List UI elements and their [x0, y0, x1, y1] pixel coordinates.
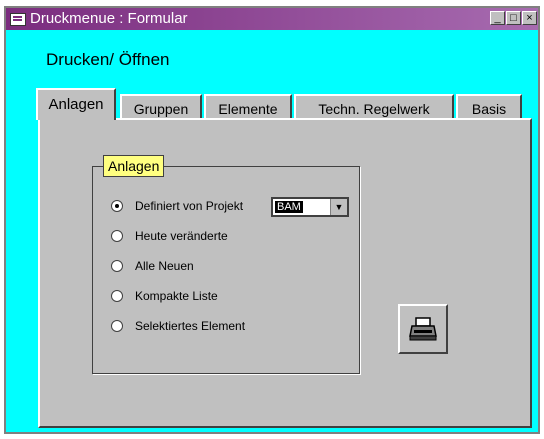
- tab-gruppen[interactable]: Gruppen: [120, 94, 202, 120]
- radio-selected-dot: [115, 204, 119, 208]
- radio-button[interactable]: [111, 260, 123, 272]
- window-title: Druckmenue : Formular: [30, 10, 188, 27]
- option-label: Definiert von Projekt: [135, 199, 244, 213]
- tab-label: Elemente: [218, 101, 278, 117]
- option-label: Alle Neuen: [135, 259, 194, 273]
- option-label: Selektiertes Element: [135, 319, 246, 333]
- radio-button[interactable]: [111, 290, 123, 302]
- tab-anlagen[interactable]: Anlagen: [36, 88, 116, 120]
- tab-panel: Anlagen Definiert von Projekt BAM ▼ Heut…: [38, 118, 532, 428]
- print-button[interactable]: [398, 304, 448, 354]
- project-select-value: BAM: [275, 201, 303, 213]
- group-label: Anlagen: [103, 155, 165, 177]
- tab-basis[interactable]: Basis: [456, 94, 522, 120]
- option-label: Kompakte Liste: [135, 289, 218, 303]
- form-window: Druckmenue : Formular _ □ × Drucken/ Öff…: [4, 6, 540, 434]
- chevron-down-icon[interactable]: ▼: [330, 199, 347, 215]
- title-bar[interactable]: Druckmenue : Formular _ □ ×: [6, 8, 538, 30]
- tab-strip: Anlagen Gruppen Elemente Techn. Regelwer…: [36, 88, 536, 120]
- tab-label: Gruppen: [133, 101, 189, 117]
- minimize-button[interactable]: _: [490, 11, 505, 25]
- maximize-button[interactable]: □: [506, 11, 521, 25]
- tab-label: Anlagen: [48, 96, 104, 113]
- tab-label: Techn. Regelwerk: [318, 101, 430, 117]
- options-groupbox: Anlagen Definiert von Projekt BAM ▼ Heut…: [92, 155, 360, 374]
- printer-icon: [409, 317, 437, 341]
- tab-label: Basis: [471, 101, 507, 117]
- project-select[interactable]: BAM ▼: [271, 197, 349, 217]
- tab-techn-regelwerk[interactable]: Techn. Regelwerk: [294, 94, 454, 120]
- radio-button[interactable]: [111, 320, 123, 332]
- radio-button[interactable]: [111, 230, 123, 242]
- tab-elemente[interactable]: Elemente: [204, 94, 292, 120]
- radio-button[interactable]: [111, 200, 123, 212]
- page-heading: Drucken/ Öffnen: [46, 50, 170, 69]
- close-button[interactable]: ×: [522, 11, 537, 25]
- form-icon: [10, 13, 26, 26]
- option-label: Heute veränderte: [135, 229, 228, 243]
